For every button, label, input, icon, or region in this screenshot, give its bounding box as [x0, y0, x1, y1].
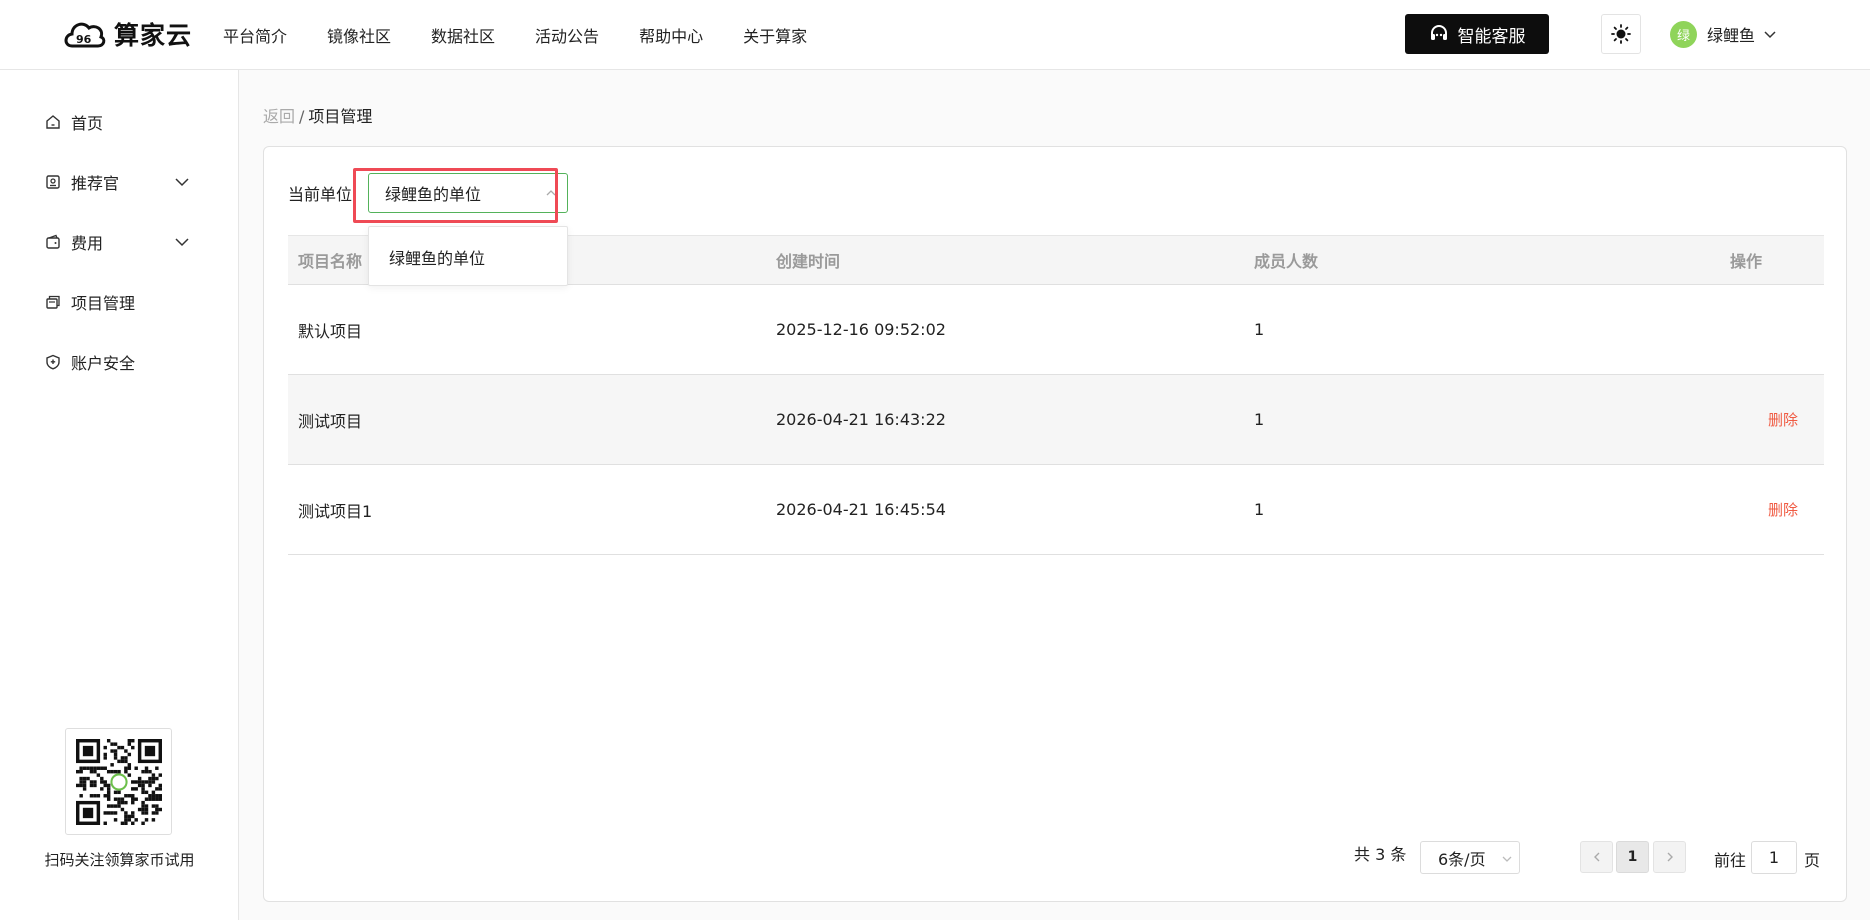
header-created-time: 创建时间: [776, 252, 841, 271]
top-navigation-bar: 96 算家云 平台简介 镜像社区 数据社区 活动公告 帮助中心 关于算家 智能客…: [0, 0, 1870, 70]
main-nav: 平台简介 镜像社区 数据社区 活动公告 帮助中心 关于算家: [223, 0, 847, 70]
sidebar-item-label: 推荐官: [71, 174, 120, 193]
goto-page-input[interactable]: [1751, 841, 1797, 874]
sidebar-item-label: 账户安全: [71, 354, 136, 373]
project-name: 默认项目: [298, 321, 363, 341]
sidebar-item-label: 项目管理: [71, 294, 136, 313]
qr-caption: 扫码关注领算家币试用: [44, 851, 195, 869]
sidebar-item-fees[interactable]: 费用: [44, 227, 204, 257]
smart-service-button[interactable]: 智能客服: [1405, 14, 1549, 54]
avatar: 绿: [1670, 20, 1697, 48]
chevron-down-icon: [175, 178, 189, 187]
nav-image-community[interactable]: 镜像社区: [327, 23, 391, 47]
sidebar-item-referrer[interactable]: 推荐官: [44, 167, 204, 197]
prev-page-button[interactable]: [1580, 841, 1613, 873]
user-menu[interactable]: 绿 绿鲤鱼: [1670, 20, 1777, 48]
breadcrumb-current: 项目管理: [308, 107, 373, 126]
nav-help-center[interactable]: 帮助中心: [639, 23, 703, 47]
sidebar-item-home[interactable]: 首页: [44, 107, 204, 137]
project-card: 当前单位 绿鲤鱼的单位 绿鲤鱼的单位 项目名称 创建时间 成员人数 操作 默认项…: [263, 146, 1847, 902]
nav-announcements[interactable]: 活动公告: [535, 23, 599, 47]
sidebar-item-label: 费用: [71, 234, 104, 253]
chevron-down-icon: [1764, 31, 1776, 39]
headset-icon: [1430, 25, 1447, 40]
sidebar-item-account-security[interactable]: 账户安全: [44, 347, 204, 377]
wallet-icon: [44, 233, 62, 251]
nav-data-community[interactable]: 数据社区: [431, 23, 495, 47]
badge-icon: [44, 173, 62, 191]
header-actions: 操作: [1730, 252, 1763, 271]
chevron-down-icon: [1502, 856, 1512, 862]
breadcrumb-back-link[interactable]: 返回: [263, 107, 295, 126]
breadcrumb-separator: /: [299, 107, 305, 126]
created-time: 2026-04-21 16:43:22: [776, 410, 946, 429]
nav-platform-intro[interactable]: 平台简介: [223, 23, 287, 47]
goto-label: 前往: [1714, 851, 1747, 870]
folder-icon: [44, 293, 62, 311]
shield-icon: [44, 353, 62, 371]
wechat-qr-code: [65, 728, 172, 835]
cloud-logo-icon: 96: [64, 22, 106, 48]
sidebar-item-project-management[interactable]: 项目管理: [44, 287, 204, 317]
next-page-button[interactable]: [1653, 841, 1686, 873]
project-name: 测试项目1: [298, 501, 373, 521]
header-project-name: 项目名称: [298, 252, 363, 271]
page-unit-label: 页: [1804, 851, 1821, 870]
chevron-down-icon: [175, 238, 189, 247]
page-number-button[interactable]: 1: [1616, 841, 1649, 873]
svg-text:96: 96: [76, 33, 92, 46]
user-name: 绿鲤鱼: [1707, 26, 1756, 45]
chevron-right-icon: [1667, 852, 1673, 862]
highlight-box: [353, 168, 558, 223]
brand-logo[interactable]: 96 算家云: [62, 12, 192, 56]
delete-button[interactable]: 删除: [1768, 375, 1798, 464]
sun-icon: [1611, 24, 1631, 44]
unit-option[interactable]: 绿鲤鱼的单位: [369, 237, 567, 277]
page-size-select[interactable]: 6条/页: [1420, 841, 1520, 874]
theme-toggle-button[interactable]: [1601, 14, 1641, 54]
created-time: 2025-12-16 09:52:02: [776, 320, 946, 339]
sidebar-item-label: 首页: [71, 114, 104, 133]
project-name: 测试项目: [298, 411, 363, 431]
member-count: 1: [1254, 320, 1265, 339]
delete-button[interactable]: 删除: [1768, 465, 1798, 554]
chevron-left-icon: [1593, 852, 1599, 862]
smart-service-label: 智能客服: [1457, 26, 1526, 47]
header-member-count: 成员人数: [1254, 252, 1319, 271]
sidebar: 首页 推荐官 费用 项目管理 账户安全 扫码关注领算家币试用: [0, 70, 239, 920]
current-unit-label: 当前单位: [288, 185, 353, 204]
table-row: 默认项目 2025-12-16 09:52:02 1: [288, 285, 1824, 375]
page-size-value: 6条/页: [1438, 849, 1486, 869]
total-count: 共 3 条: [1354, 845, 1407, 864]
created-time: 2026-04-21 16:45:54: [776, 500, 946, 519]
table-row: 测试项目 2026-04-21 16:43:22 1 删除: [288, 375, 1824, 465]
breadcrumb: 返回 / 项目管理: [263, 103, 372, 127]
brand-name: 算家云: [114, 21, 193, 50]
nav-about[interactable]: 关于算家: [743, 23, 807, 47]
qr-code-icon: [75, 738, 162, 825]
home-icon: [44, 113, 62, 131]
member-count: 1: [1254, 500, 1265, 519]
table-row: 测试项目1 2026-04-21 16:45:54 1 删除: [288, 465, 1824, 555]
member-count: 1: [1254, 410, 1265, 429]
unit-dropdown: 绿鲤鱼的单位: [368, 226, 568, 286]
